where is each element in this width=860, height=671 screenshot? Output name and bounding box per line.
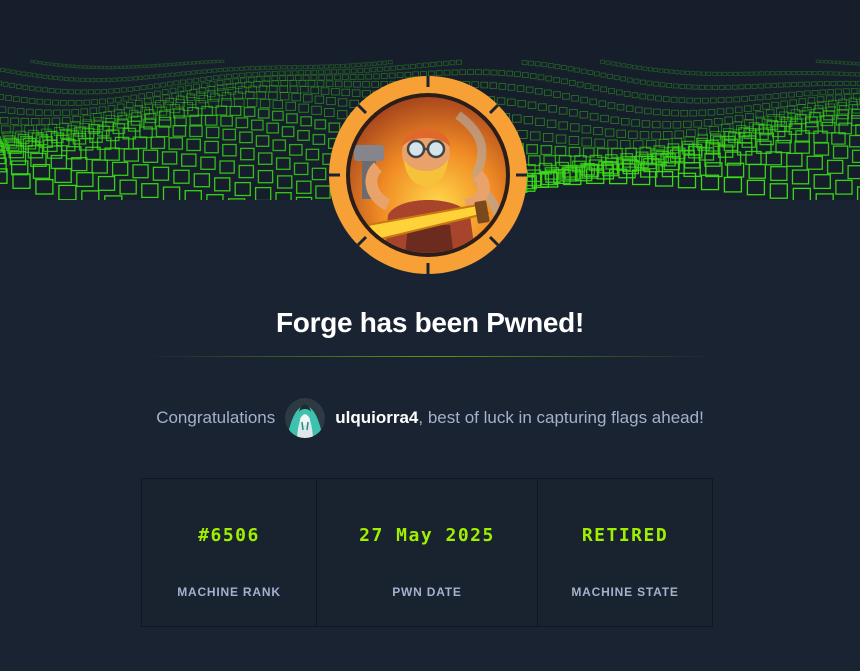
username-link[interactable]: ulquiorra4	[335, 408, 418, 428]
stat-value: RETIRED	[581, 525, 669, 546]
stat-label: MACHINE RANK	[177, 585, 281, 599]
user-avatar[interactable]	[285, 398, 326, 438]
congrats-suffix: , best of luck in capturing flags ahead!	[418, 408, 704, 427]
stat-machine-rank: #6506 MACHINE RANK	[142, 479, 316, 626]
stat-machine-state: RETIRED MACHINE STATE	[537, 479, 712, 626]
blacksmith-avatar-icon	[329, 76, 527, 274]
user-avatar-icon	[285, 398, 326, 438]
machine-avatar	[328, 75, 528, 275]
page-title: Forge has been Pwned!	[276, 307, 584, 338]
stats-panel: #6506 MACHINE RANK 27 May 2025 PWN DATE …	[141, 478, 713, 627]
stat-label: MACHINE STATE	[571, 585, 679, 599]
title-divider	[145, 356, 715, 357]
congrats-prefix: Congratulations	[156, 408, 276, 427]
congratulations-message: Congratulations ulquiorra4 , best of luc…	[0, 398, 860, 438]
stat-value: #6506	[198, 525, 260, 546]
pwned-page: Forge has been Pwned! Congratulations ul…	[0, 0, 860, 671]
stat-label: PWN DATE	[392, 585, 462, 599]
stat-value: 27 May 2025	[359, 525, 495, 546]
stat-pwn-date: 27 May 2025 PWN DATE	[316, 479, 537, 626]
